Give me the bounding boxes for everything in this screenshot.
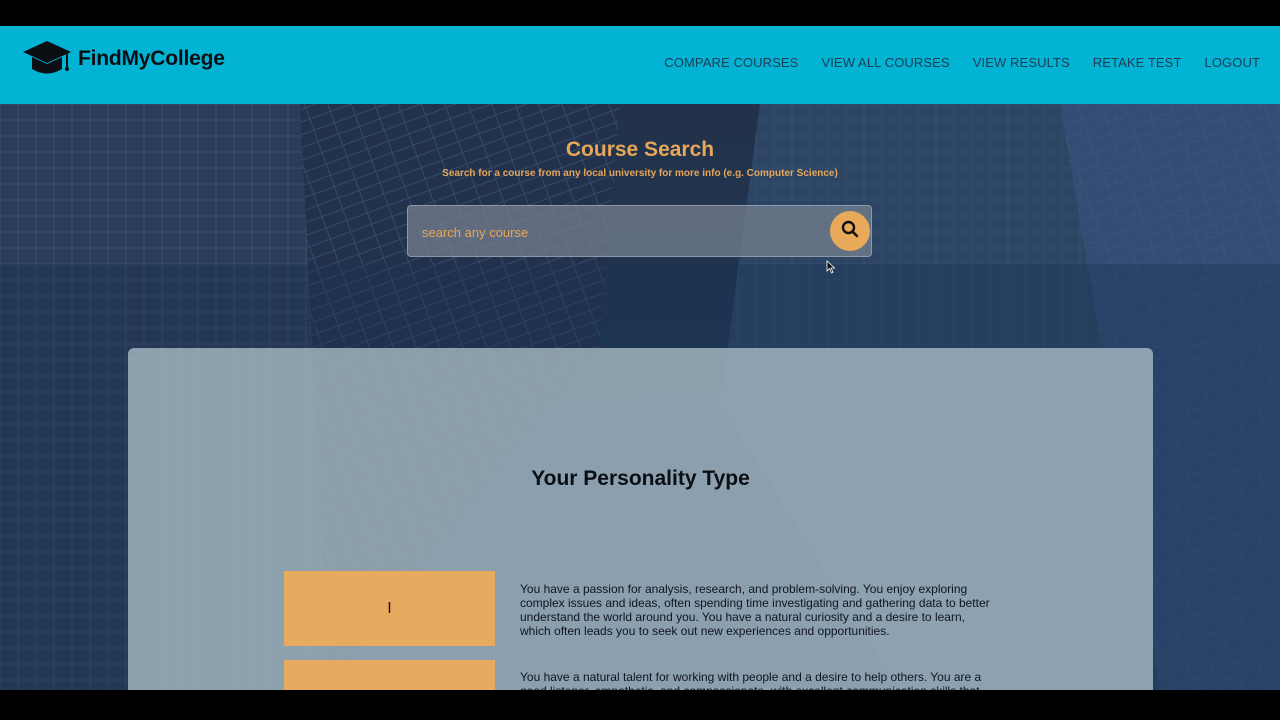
nav-retake-test[interactable]: RETAKE TEST <box>1093 55 1182 70</box>
personality-title: Your Personality Type <box>531 467 750 490</box>
graduation-cap-icon <box>22 40 72 78</box>
search-subtitle: Search for a course from any local unive… <box>442 168 838 179</box>
trait-description: You have a natural talent for working wi… <box>520 670 982 690</box>
brand[interactable]: FindMyCollege <box>22 40 225 78</box>
nav-compare-courses[interactable]: COMPARE COURSES <box>664 55 798 70</box>
nav-view-all-courses[interactable]: VIEW ALL COURSES <box>821 55 949 70</box>
app-frame: FindMyCollege COMPARE COURSES VIEW ALL C… <box>0 26 1280 690</box>
search-icon <box>841 220 859 243</box>
search-bar <box>407 205 872 257</box>
nav-view-results[interactable]: VIEW RESULTS <box>973 55 1070 70</box>
nav-logout[interactable]: LOGOUT <box>1205 55 1261 70</box>
search-button[interactable] <box>830 211 870 251</box>
trait-badge <box>284 660 495 690</box>
brand-name: FindMyCollege <box>78 47 225 70</box>
nav-links: COMPARE COURSES VIEW ALL COURSES VIEW RE… <box>664 55 1260 70</box>
personality-card: Your Personality Type I You have a passi… <box>128 348 1153 690</box>
trait-description: You have a passion for analysis, researc… <box>520 582 990 638</box>
search-input[interactable] <box>420 218 824 246</box>
trait-badge-i: I <box>284 571 495 646</box>
navbar: FindMyCollege COMPARE COURSES VIEW ALL C… <box>0 26 1280 104</box>
hero-section: Course Search Search for a course from a… <box>0 104 1280 690</box>
mouse-cursor-icon <box>826 260 836 274</box>
search-title: Course Search <box>565 138 715 161</box>
